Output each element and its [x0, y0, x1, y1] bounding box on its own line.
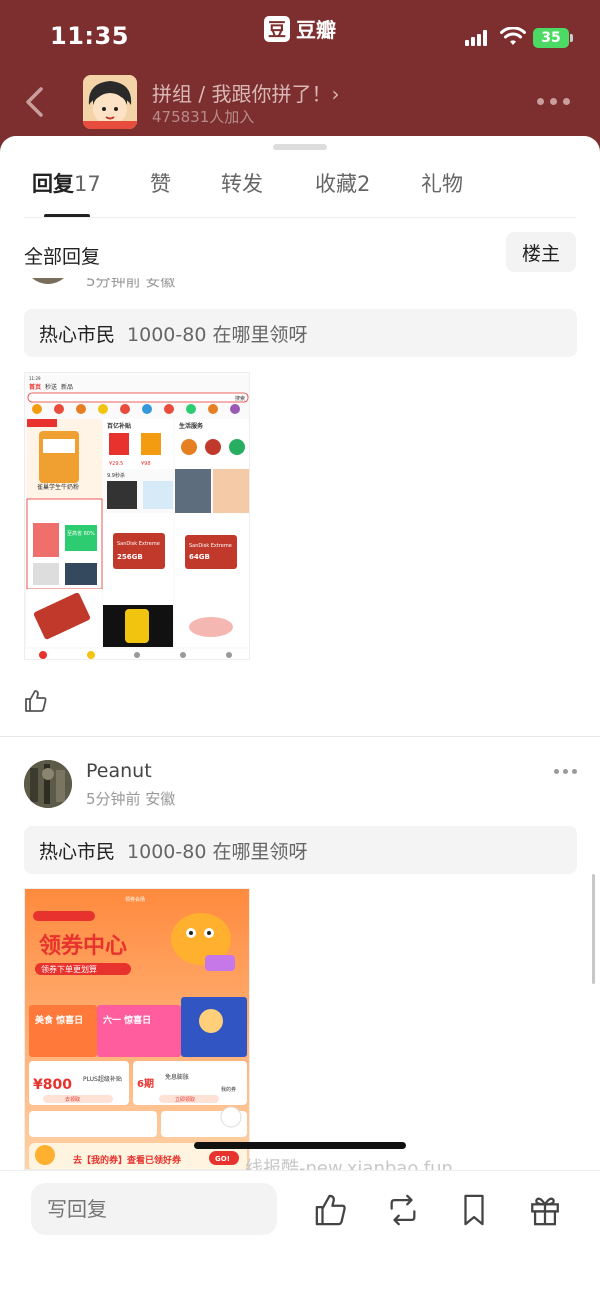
- quote-text: 1000-80 在哪里领呀: [127, 840, 308, 863]
- tab-label: 转发: [221, 172, 263, 196]
- shot2-title: 领券中心: [39, 933, 127, 959]
- shot1-capacity: 64GB: [189, 553, 210, 561]
- signal-icon: [465, 30, 491, 46]
- shot1-tab: 秒送: [45, 383, 57, 391]
- shot1-search: 搜索: [235, 395, 245, 402]
- brand-name: 豆瓣: [296, 18, 336, 42]
- shot2-claim: 立即领取: [175, 1096, 195, 1103]
- shot1-deal: 9.9秒杀: [107, 472, 125, 479]
- tab-collections[interactable]: 收藏2: [315, 168, 370, 198]
- username[interactable]: Peanut: [86, 760, 152, 782]
- post-meta: 5分钟前 安徽: [86, 790, 176, 808]
- shot1-badge: 至高省 60%: [67, 530, 95, 537]
- owner-only-button[interactable]: 楼主: [506, 232, 576, 272]
- more-icon[interactable]: [537, 98, 570, 105]
- shot1-capacity: 256GB: [117, 553, 143, 561]
- all-replies-filter[interactable]: 全部回复: [24, 242, 100, 269]
- like-icon[interactable]: [24, 689, 48, 713]
- replies-sheet: 回复17 赞 转发 收藏2 礼物 全部回复 楼主 5分钟前 安徽 热心市民 10…: [0, 136, 600, 1298]
- share-icon[interactable]: [386, 1193, 420, 1227]
- shot2-amount: ¥800: [33, 1077, 72, 1093]
- shot1-price: ¥29.5: [109, 461, 123, 467]
- shot1-promo: 百亿补贴: [107, 422, 131, 430]
- bottom-bar: [0, 1170, 600, 1298]
- group-members: 475831人加入: [152, 108, 255, 126]
- battery-icon: 35: [533, 28, 569, 48]
- like-icon[interactable]: [314, 1193, 348, 1227]
- shot1-product: SanDisk Extreme: [189, 543, 232, 549]
- shot1-promo: 生活服务: [179, 422, 204, 430]
- quoted-reply[interactable]: 热心市民 1000-80 在哪里领呀: [24, 826, 577, 874]
- shot2-subtitle: 领券下单更划算: [41, 964, 97, 974]
- status-time: 11:35: [50, 22, 129, 50]
- group-header: 拼组 / 我跟你拼了！› 475831人加入: [0, 70, 600, 136]
- home-indicator[interactable]: [194, 1142, 406, 1149]
- group-avatar[interactable]: [83, 75, 137, 129]
- quote-text: 1000-80 在哪里领呀: [127, 323, 308, 346]
- douban-logo-icon: 豆: [264, 15, 290, 42]
- tab-reposts[interactable]: 转发: [221, 168, 263, 198]
- reply-image[interactable]: 领券会场 领券中心 领券下单更划算 美食 惊喜日 六一 惊喜日 ¥800 PLU…: [24, 888, 250, 1170]
- shot1-product: SanDisk Extreme: [117, 541, 160, 547]
- shot2-free: 免息膨胀: [165, 1073, 189, 1081]
- svg-text:11:29: 11:29: [29, 376, 41, 381]
- shot2-claim: 去领取: [65, 1096, 80, 1103]
- shot1-promo: 雀巢学生牛奶粉: [37, 483, 79, 491]
- divider: [24, 217, 576, 218]
- battery-nub: [570, 34, 573, 42]
- avatar[interactable]: [24, 760, 72, 808]
- shot2-periods: 6期: [137, 1077, 154, 1090]
- tab-replies[interactable]: 回复17: [32, 168, 101, 198]
- post-meta: 5分钟前 安徽: [86, 278, 176, 290]
- quote-author: 热心市民: [39, 323, 116, 346]
- shot1-price: ¥98: [141, 461, 151, 467]
- shot1-tab: 首页: [29, 383, 41, 391]
- tab-gifts[interactable]: 礼物: [421, 168, 463, 198]
- divider: [0, 736, 600, 737]
- shot2-plus: PLUS超级补贴: [83, 1075, 122, 1083]
- reply-list: 5分钟前 安徽 热心市民 1000-80 在哪里领呀 11:29 首页 秒送 新…: [0, 278, 600, 1170]
- quoted-reply[interactable]: 热心市民 1000-80 在哪里领呀: [24, 309, 577, 357]
- sheet-grabber[interactable]: [273, 144, 327, 150]
- reply-image[interactable]: 11:29 首页 秒送 新品 搜索 雀巢学生牛奶粉 百亿补贴 ¥29.5 ¥98…: [24, 372, 250, 660]
- shot2-header: 领券会场: [125, 896, 145, 903]
- back-icon[interactable]: [20, 86, 50, 118]
- tab-label: 收藏: [315, 172, 357, 196]
- more-icon[interactable]: [554, 769, 577, 774]
- status-bar: 11:35 豆 豆瓣 35: [0, 0, 600, 70]
- shot2-card: 六一 惊喜日: [103, 1014, 151, 1026]
- brand: 豆 豆瓣: [264, 14, 336, 43]
- tab-count: 2: [357, 172, 371, 196]
- group-name[interactable]: 拼组 / 我跟你拼了！›: [152, 78, 339, 107]
- gift-icon[interactable]: [528, 1193, 562, 1227]
- bookmark-icon[interactable]: [457, 1193, 491, 1227]
- tab-bar: 回复17 赞 转发 收藏2 礼物: [0, 168, 600, 218]
- tab-label: 回复: [32, 172, 74, 196]
- filter-row: 全部回复 楼主: [0, 232, 600, 276]
- avatar[interactable]: [24, 278, 72, 284]
- shot2-mine: 我的券: [221, 1086, 236, 1093]
- tab-likes[interactable]: 赞: [150, 168, 171, 198]
- reply-input[interactable]: [31, 1183, 277, 1235]
- shot1-tab: 新品: [61, 383, 73, 391]
- shot2-go: GO!: [215, 1155, 230, 1163]
- quote-author: 热心市民: [39, 840, 116, 863]
- tab-label: 礼物: [421, 172, 463, 196]
- scrollbar[interactable]: [592, 874, 595, 984]
- wifi-icon: [500, 27, 526, 45]
- shot2-card: 美食 惊喜日: [35, 1014, 83, 1026]
- shot2-banner: 去【我的券】查看已领好券: [73, 1154, 182, 1166]
- tab-label: 赞: [150, 172, 171, 196]
- tab-count: 17: [74, 172, 101, 196]
